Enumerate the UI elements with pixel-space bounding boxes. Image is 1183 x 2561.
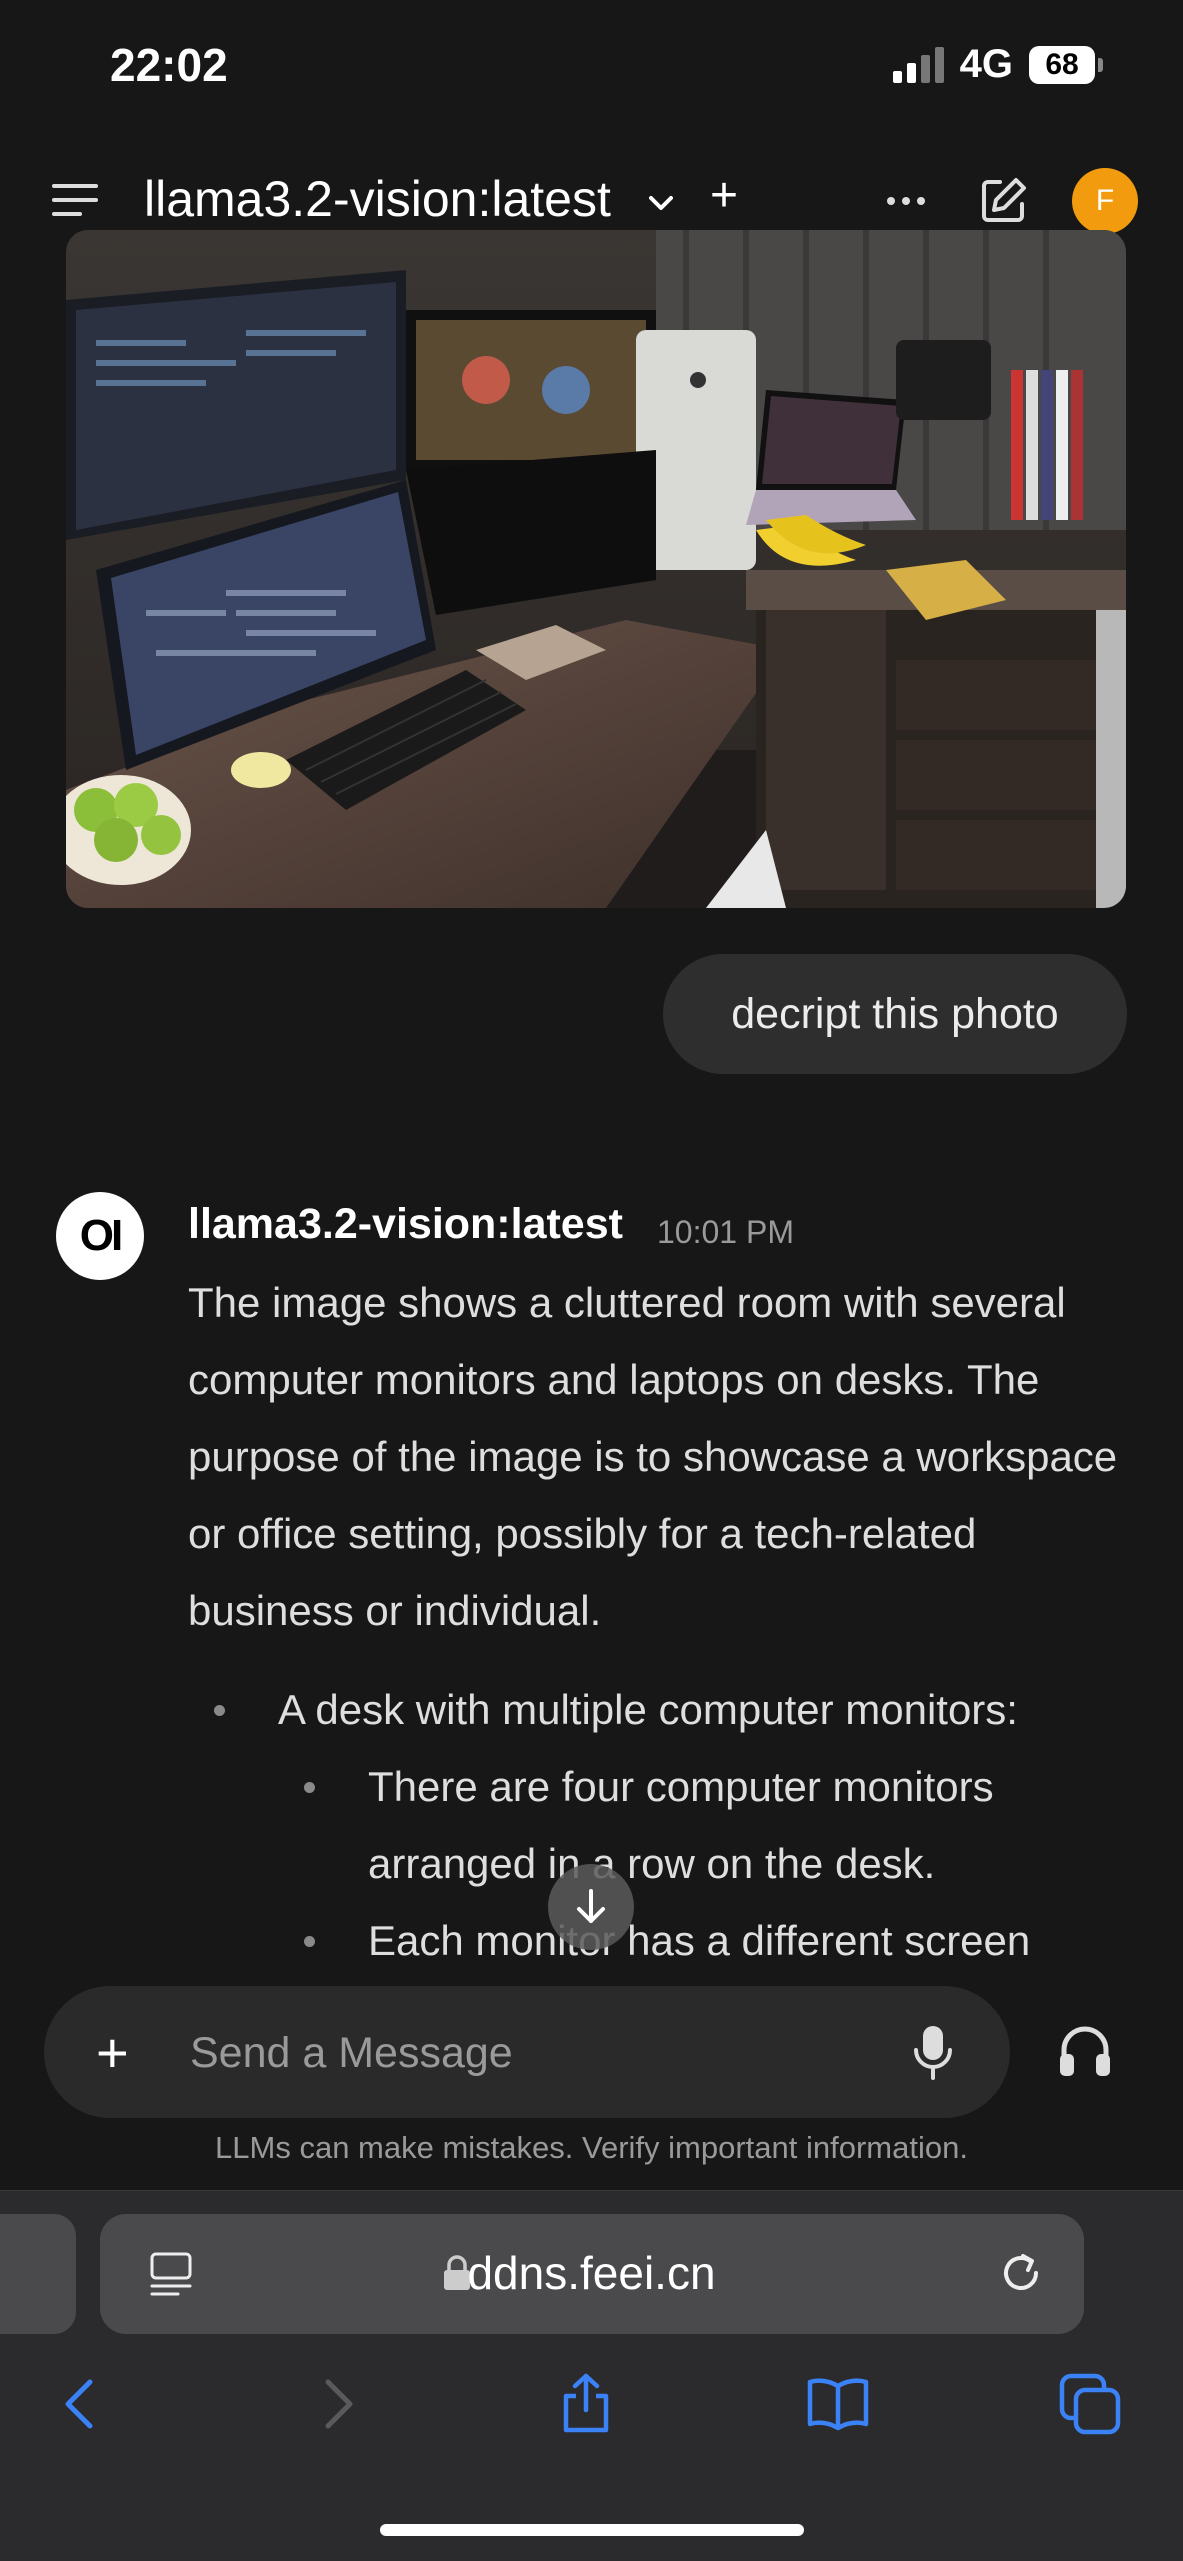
home-indicator — [380, 2524, 804, 2536]
forward-icon[interactable] — [306, 2372, 370, 2436]
more-options-icon[interactable] — [886, 196, 926, 206]
assistant-name: llama3.2-vision:latest — [188, 1200, 623, 1248]
user-avatar[interactable]: F — [1072, 168, 1138, 234]
status-indicators: 4G 68 — [892, 42, 1103, 87]
microphone-icon[interactable] — [908, 2022, 958, 2082]
scroll-to-bottom-button[interactable] — [548, 1864, 634, 1950]
list-item: A desk with multiple computer monitors: — [188, 1671, 1148, 1748]
chevron-down-icon[interactable] — [644, 186, 678, 220]
response-paragraph: The image shows a cluttered room with se… — [188, 1279, 1118, 1634]
signal-icon — [892, 46, 944, 83]
reload-icon[interactable] — [996, 2248, 1046, 2298]
share-icon[interactable] — [554, 2372, 618, 2436]
headphones-icon[interactable] — [1056, 2022, 1114, 2080]
assistant-logo: OI — [56, 1192, 144, 1280]
arrow-down-icon — [577, 1889, 605, 1923]
new-chat-icon[interactable] — [978, 174, 1030, 226]
assistant-response: The image shows a cluttered room with se… — [188, 1264, 1148, 1979]
list-item: Each monitor has a different screen — [188, 1902, 1148, 1979]
uploaded-photo[interactable] — [66, 230, 1126, 908]
user-message: decript this photo — [663, 954, 1127, 1074]
menu-icon[interactable] — [52, 180, 98, 220]
disclaimer-text: LLMs can make mistakes. Verify important… — [215, 2130, 968, 2165]
network-type: 4G — [959, 42, 1013, 86]
list-item: There are four computer monitors arrange… — [188, 1748, 1148, 1902]
attach-button[interactable]: + — [96, 2020, 129, 2085]
status-time: 22:02 — [110, 39, 228, 91]
add-model-button[interactable]: + — [710, 168, 738, 223]
battery-icon: 68 — [1029, 45, 1103, 84]
tabs-icon[interactable] — [1058, 2372, 1122, 2436]
message-time: 10:01 PM — [657, 1214, 794, 1250]
model-selector[interactable]: llama3.2-vision:latest — [144, 170, 611, 228]
bookmarks-icon[interactable] — [806, 2372, 870, 2436]
battery-level: 68 — [1029, 45, 1095, 84]
response-list: A desk with multiple computer monitors: … — [188, 1671, 1148, 1979]
message-input[interactable] — [188, 2026, 852, 2080]
back-icon[interactable] — [48, 2372, 112, 2436]
